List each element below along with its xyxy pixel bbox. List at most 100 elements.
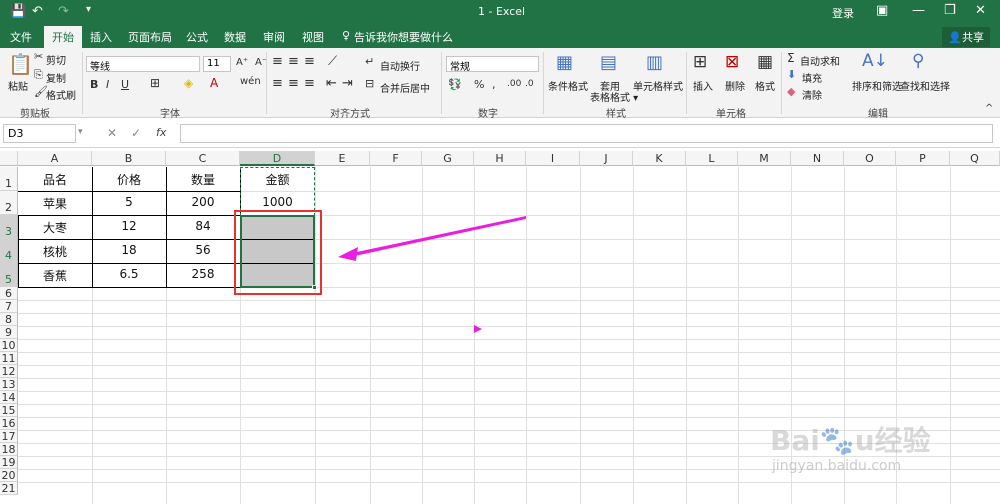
row-header[interactable]: 14: [0, 391, 18, 404]
increase-decimal-icon[interactable]: .00: [507, 79, 521, 89]
row-header[interactable]: 13: [0, 378, 18, 391]
delete-cells-button[interactable]: 删除: [725, 78, 745, 93]
row-header[interactable]: 2: [0, 191, 18, 215]
currency-icon[interactable]: 💱: [448, 78, 462, 91]
row-header[interactable]: 4: [0, 239, 18, 263]
sort-filter-button[interactable]: 排序和筛选: [852, 78, 902, 93]
cell-b2[interactable]: 5: [92, 195, 166, 209]
eraser-icon[interactable]: ◆: [787, 85, 795, 98]
column-header-i[interactable]: I: [526, 151, 580, 166]
row-header[interactable]: 1: [0, 167, 18, 191]
cell-b1[interactable]: 价格: [92, 171, 166, 188]
column-header-b[interactable]: B: [92, 151, 166, 166]
row-header[interactable]: 7: [0, 300, 18, 313]
wrap-text-button[interactable]: 自动换行: [380, 58, 420, 73]
enter-icon[interactable]: ✓: [131, 126, 141, 140]
fill-icon[interactable]: ⬇: [787, 68, 796, 81]
row-header[interactable]: 19: [0, 456, 18, 469]
tab-file[interactable]: 文件: [10, 29, 32, 45]
cell-d1[interactable]: 金额: [240, 171, 315, 188]
row-header[interactable]: 20: [0, 469, 18, 482]
login-link[interactable]: 登录: [832, 5, 854, 21]
delete-cells-icon[interactable]: ⊠: [725, 52, 739, 72]
row-header[interactable]: 6: [0, 287, 18, 300]
cell-c5[interactable]: 258: [166, 267, 240, 281]
restore-icon[interactable]: ❐: [944, 3, 956, 18]
row-header[interactable]: 12: [0, 365, 18, 378]
cancel-icon[interactable]: ✕: [107, 126, 117, 140]
paste-button[interactable]: 粘贴: [8, 78, 28, 93]
row-header[interactable]: 5: [0, 263, 18, 287]
clear-button[interactable]: 清除: [802, 87, 822, 102]
fill-color-icon[interactable]: ◈: [184, 76, 193, 90]
save-icon[interactable]: 💾: [10, 4, 26, 19]
collapse-ribbon-icon[interactable]: ^: [985, 103, 993, 114]
row-header[interactable]: 18: [0, 443, 18, 456]
decrease-indent-icon[interactable]: ⇤: [326, 76, 337, 91]
tab-home[interactable]: 开始: [44, 26, 82, 48]
column-header-g[interactable]: G: [422, 151, 474, 166]
minimize-icon[interactable]: —: [912, 3, 925, 18]
wrap-text-icon[interactable]: ↵: [365, 55, 374, 68]
underline-icon[interactable]: U: [121, 78, 129, 91]
cell-a4[interactable]: 核桃: [18, 243, 92, 260]
cell-a2[interactable]: 苹果: [18, 195, 92, 212]
redo-icon[interactable]: ↷: [58, 4, 69, 19]
insert-cells-icon[interactable]: ⊞: [693, 52, 707, 72]
borders-icon[interactable]: ⊞: [150, 76, 160, 90]
tab-review[interactable]: 审阅: [263, 29, 285, 45]
column-header-k[interactable]: K: [633, 151, 686, 166]
align-center-icon[interactable]: ≡: [288, 76, 299, 91]
column-header-d[interactable]: D: [240, 151, 315, 166]
find-select-button[interactable]: 查找和选择: [900, 78, 950, 93]
name-box-dropdown-icon[interactable]: ▾: [78, 127, 83, 137]
format-painter-button[interactable]: 格式刷: [46, 87, 76, 102]
insert-function-icon[interactable]: fx: [156, 126, 166, 139]
scissors-icon[interactable]: ✂: [34, 50, 43, 63]
column-header-f[interactable]: F: [370, 151, 422, 166]
column-header-a[interactable]: A: [18, 151, 92, 166]
worksheet-grid[interactable]: A B C D E F G H I J K L M N O P Q 1 2 3 …: [0, 151, 1000, 504]
comma-icon[interactable]: ,: [492, 78, 496, 91]
cell-b4[interactable]: 18: [92, 243, 166, 257]
merge-center-button[interactable]: 合并后居中: [380, 80, 430, 95]
italic-icon[interactable]: I: [106, 78, 109, 91]
decrease-decimal-icon[interactable]: .0: [525, 79, 534, 89]
cell-styles-button[interactable]: 单元格样式: [633, 78, 683, 93]
cut-button[interactable]: 剪切: [46, 52, 66, 67]
cell-c3[interactable]: 84: [166, 219, 240, 233]
close-icon[interactable]: ✕: [975, 3, 986, 18]
orientation-icon[interactable]: ⟋: [328, 54, 337, 69]
align-right-icon[interactable]: ≡: [304, 76, 315, 91]
copy-icon[interactable]: ⎘: [34, 68, 43, 82]
formula-input[interactable]: [180, 124, 993, 143]
share-button[interactable]: 👤共享: [942, 27, 990, 47]
column-header-j[interactable]: J: [580, 151, 633, 166]
cell-c1[interactable]: 数量: [166, 171, 240, 188]
fill-button[interactable]: 填充: [802, 70, 822, 85]
cell-d2[interactable]: 1000: [240, 195, 315, 209]
name-box[interactable]: D3: [3, 124, 76, 143]
conditional-format-button[interactable]: 条件格式: [548, 78, 588, 93]
font-color-icon[interactable]: A: [210, 76, 218, 90]
column-header-l[interactable]: L: [686, 151, 738, 166]
align-bottom-icon[interactable]: ≡: [304, 54, 315, 69]
ribbon-display-icon[interactable]: ▣: [876, 3, 888, 18]
column-header-n[interactable]: N: [791, 151, 844, 166]
column-header-h[interactable]: H: [474, 151, 526, 166]
conditional-format-icon[interactable]: ▦: [556, 52, 573, 73]
row-header[interactable]: 8: [0, 313, 18, 326]
row-header[interactable]: 3: [0, 215, 18, 239]
select-all-corner[interactable]: [0, 151, 18, 166]
paste-icon[interactable]: 📋: [8, 52, 33, 76]
autosum-button[interactable]: 自动求和: [800, 53, 840, 68]
tab-insert[interactable]: 插入: [90, 29, 112, 45]
column-header-p[interactable]: P: [896, 151, 950, 166]
undo-icon[interactable]: ↶: [32, 4, 43, 19]
column-header-m[interactable]: M: [738, 151, 791, 166]
merge-icon[interactable]: ⊟: [365, 77, 374, 90]
sort-filter-icon[interactable]: A↓: [862, 51, 888, 71]
row-header[interactable]: 16: [0, 417, 18, 430]
column-header-o[interactable]: O: [844, 151, 896, 166]
insert-cells-button[interactable]: 插入: [693, 78, 713, 93]
